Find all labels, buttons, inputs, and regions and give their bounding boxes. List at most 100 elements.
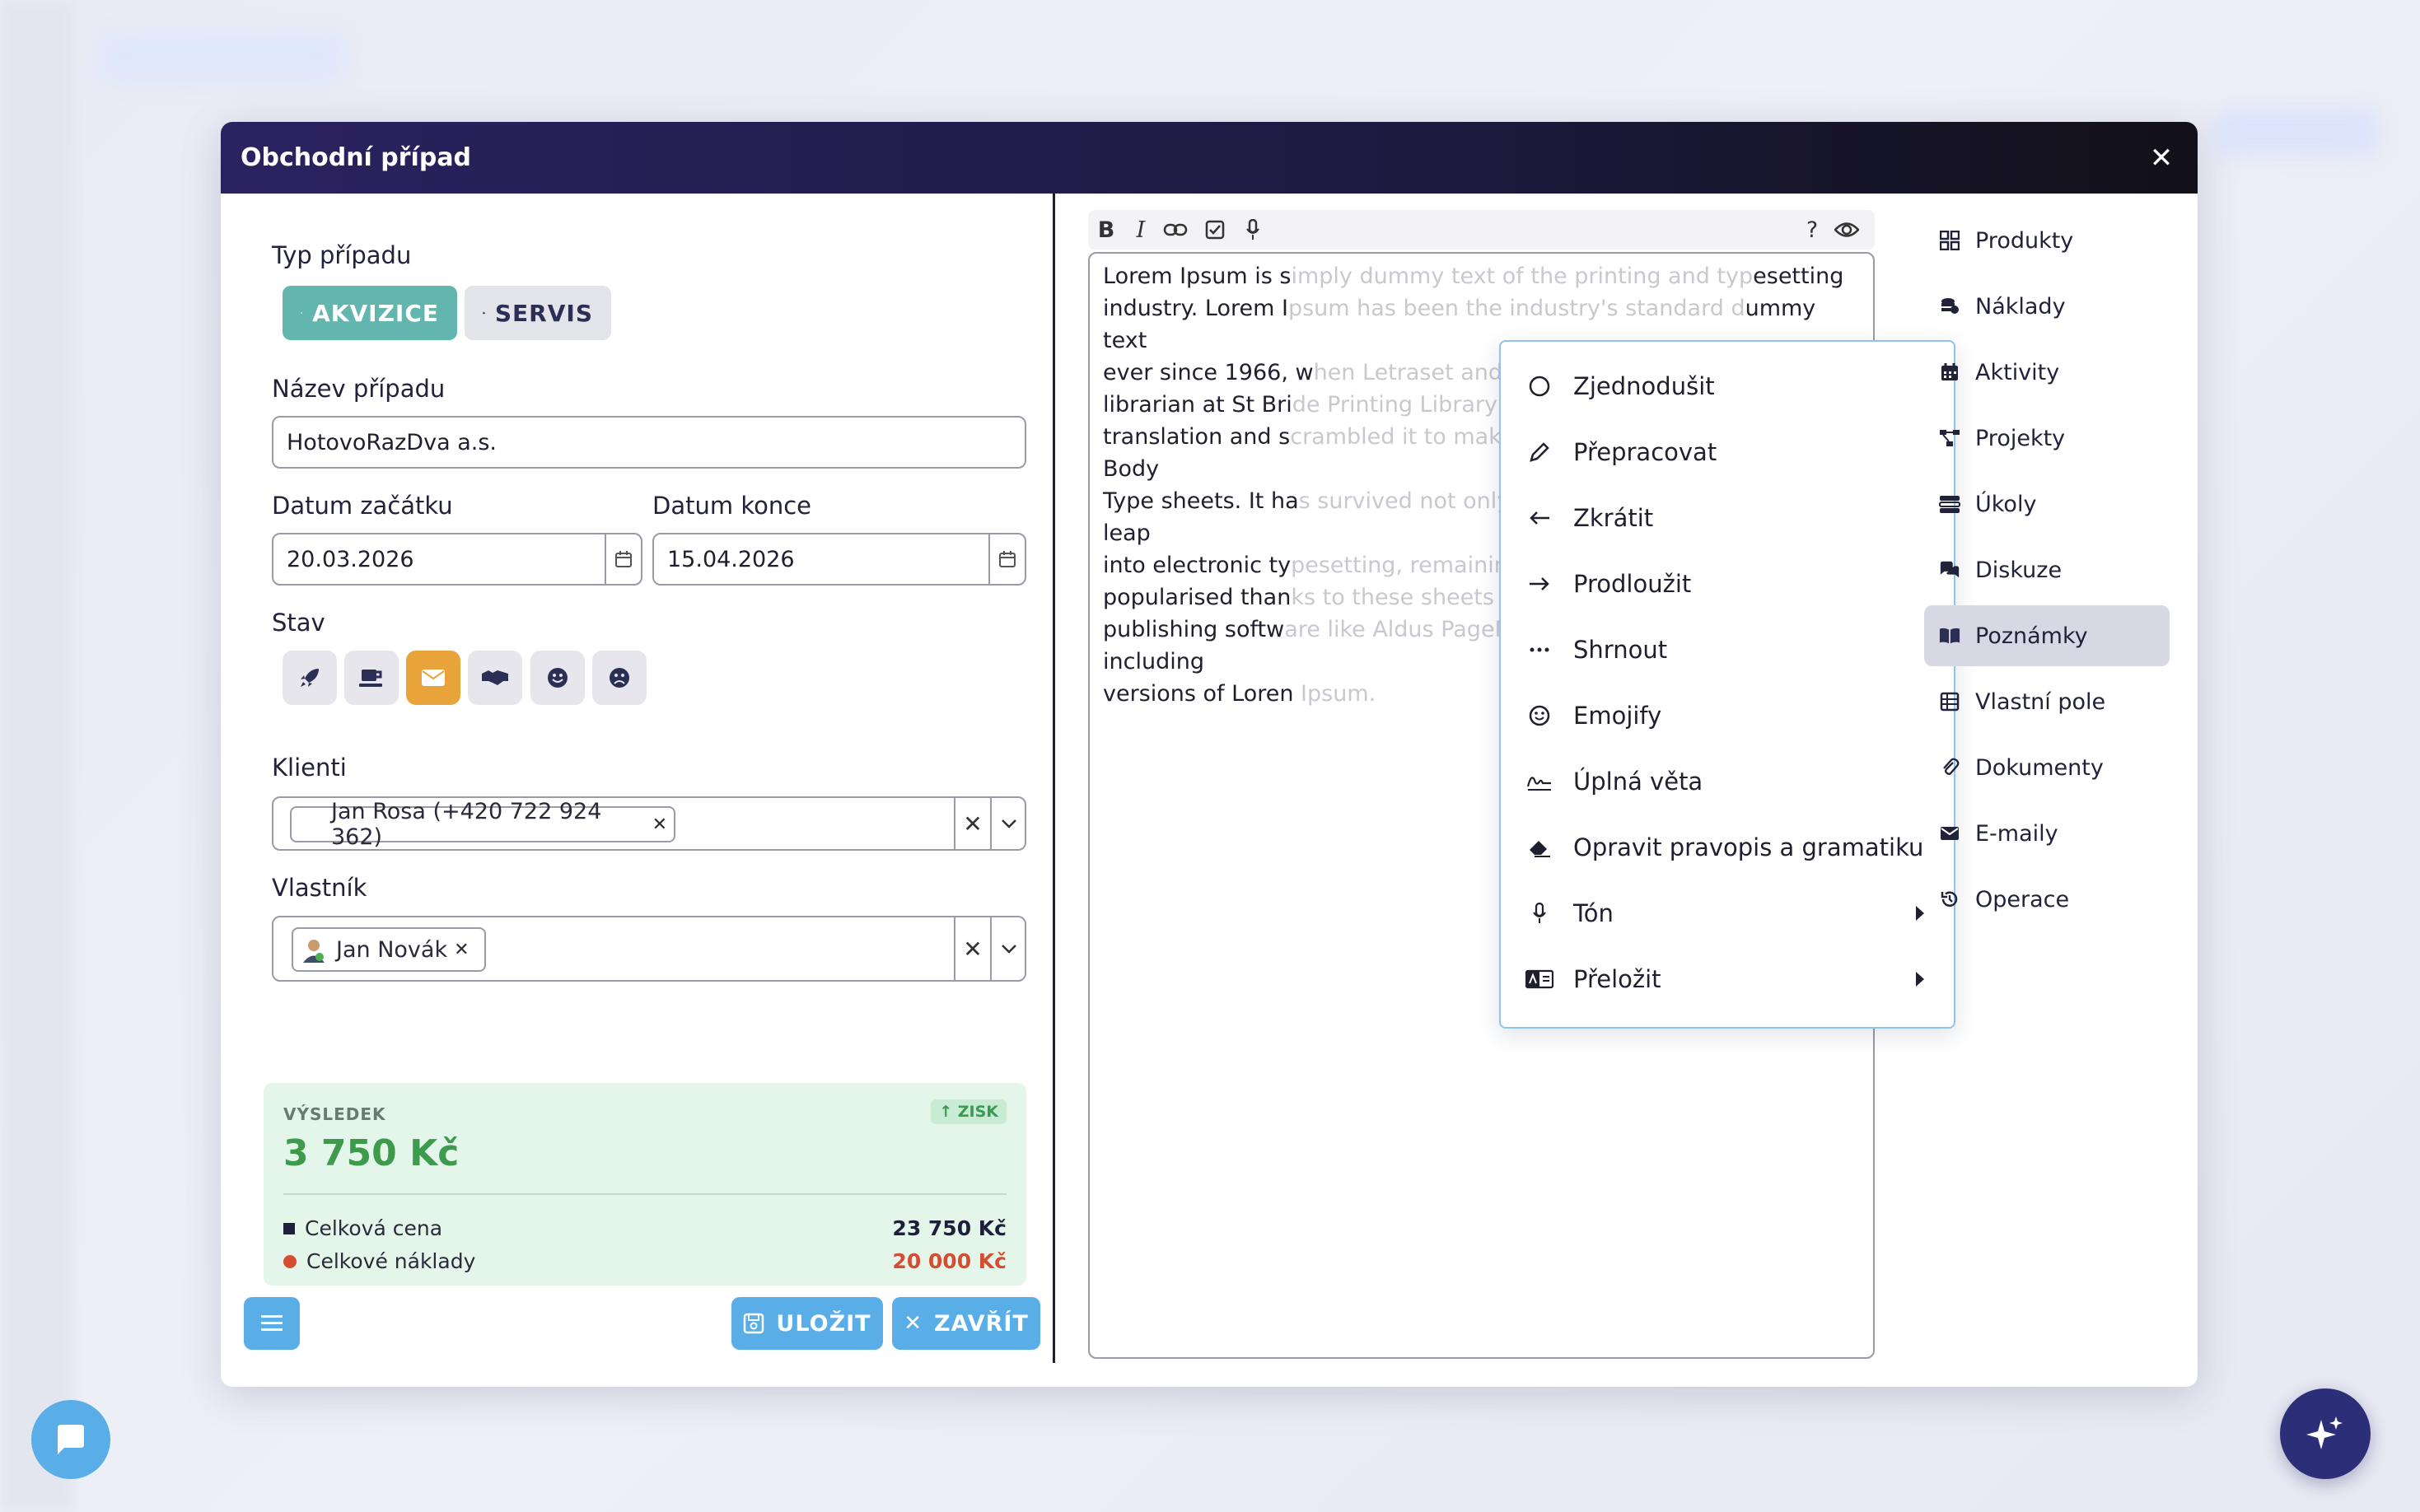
start-date-input[interactable]: 20.03.2026 (272, 533, 642, 586)
ai-menu-item[interactable]: Přeložit (1501, 950, 1954, 1009)
ai-menu-item[interactable]: Emojify (1501, 686, 1954, 745)
nav-item-7[interactable]: Poznámky (1924, 605, 2170, 666)
nav-item-label: Aktivity (1975, 359, 2060, 385)
nav-item-3[interactable]: Aktivity (1924, 342, 2170, 403)
remove-chip-icon[interactable]: ✕ (652, 814, 667, 835)
eraser-icon (1525, 833, 1553, 861)
clients-select[interactable]: Jan Rosa (+420 722 924 362) ✕ ✕ (272, 796, 1026, 851)
nav-item-4[interactable]: Projekty (1924, 408, 2170, 469)
ai-menu-item[interactable]: Opravit pravopis a gramatiku (1501, 818, 1954, 877)
status-label: Stav (272, 609, 325, 637)
owner-select[interactable]: Jan Novák ✕ ✕ (272, 916, 1026, 982)
ai-menu-item[interactable]: Přepracovat (1501, 422, 1954, 482)
envelope-icon (1939, 823, 1960, 844)
italic-icon[interactable]: I (1128, 217, 1154, 243)
client-chip: Jan Rosa (+420 722 924 362) ✕ (290, 799, 675, 850)
editor-text-segment: Ipsum. (1293, 681, 1376, 707)
envelope-icon (422, 670, 445, 686)
chat-button[interactable] (31, 1400, 110, 1479)
status-handshake-button[interactable] (468, 651, 522, 705)
nav-item-6[interactable]: Diskuze (1924, 539, 2170, 600)
editor-text-segment: Lorem Ipsum is s (1103, 264, 1292, 289)
calendar-icon[interactable] (988, 534, 1025, 584)
frown-icon (610, 668, 629, 688)
total-costs-label: Celkové náklady (306, 1249, 476, 1273)
paperclip-icon (1939, 757, 1960, 778)
clear-clients-icon[interactable]: ✕ (954, 798, 990, 849)
history-icon (1939, 889, 1960, 910)
menu-button[interactable] (244, 1297, 300, 1350)
editor-text-segment: translation and s (1103, 424, 1291, 450)
editor-text-segment: imply dummy text of the printing and typ (1291, 264, 1754, 289)
nav-item-label: Diskuze (1975, 557, 2063, 583)
close-button[interactable]: ✕ ZAVŘÍT (892, 1297, 1040, 1350)
close-icon[interactable]: ✕ (2145, 142, 2178, 175)
owner-chip-label: Jan Novák (336, 936, 448, 963)
ai-assistant-button[interactable] (2280, 1388, 2371, 1479)
bold-icon[interactable]: B (1093, 217, 1119, 243)
nav-item-8[interactable]: Vlastní pole (1924, 671, 2170, 732)
end-date-input[interactable]: 15.04.2026 (652, 533, 1026, 586)
coins-icon (1939, 296, 1960, 317)
status-smile-button[interactable] (530, 651, 585, 705)
arrow-left-icon (1525, 504, 1553, 532)
total-costs-amount: 20 000 Kč (892, 1249, 1007, 1273)
nav-item-10[interactable]: E-maily (1924, 803, 2170, 864)
status-coffee-button[interactable] (344, 651, 399, 705)
editor-text-segment: popularised than (1103, 585, 1292, 610)
nav-item-label: Poznámky (1975, 623, 2088, 649)
ai-menu-item[interactable]: Zjednodušit (1501, 357, 1954, 416)
ai-menu-item-label: Zkrátit (1573, 504, 1654, 532)
background-sidebar (0, 0, 74, 1512)
owner-chip: Jan Novák ✕ (292, 927, 486, 972)
type-akvizice-button[interactable]: AKVIZICE (283, 286, 457, 340)
help-icon[interactable]: ? (1799, 217, 1825, 243)
nav-item-label: Náklady (1975, 293, 2066, 320)
nav-item-label: E-maily (1975, 820, 2058, 847)
nav-item-2[interactable]: Náklady (1924, 276, 2170, 337)
nav-item-1[interactable]: Produkty (1924, 210, 2170, 271)
remove-chip-icon[interactable]: ✕ (454, 940, 469, 960)
link-icon[interactable] (1162, 217, 1189, 243)
nav-item-11[interactable]: Operace (1924, 869, 2170, 930)
microphone-icon[interactable] (1240, 217, 1266, 243)
ai-menu-item[interactable]: Shrnout (1501, 620, 1954, 679)
nav-item-5[interactable]: Úkoly (1924, 474, 2170, 534)
editor-text-segment: publishing softw (1103, 617, 1285, 642)
status-rocket-button[interactable] (283, 651, 337, 705)
chevron-down-icon[interactable] (990, 917, 1026, 980)
name-input[interactable]: HotovoRazDva a.s. (272, 416, 1026, 469)
ai-menu-item[interactable]: Zkrátit (1501, 488, 1954, 548)
coffee-icon (359, 670, 382, 687)
result-value: 3 750 Kč (283, 1132, 460, 1174)
briefcase-icon (483, 311, 485, 315)
ai-menu-item-label: Tón (1573, 899, 1614, 927)
chevron-down-icon[interactable] (990, 798, 1026, 849)
grid-icon (1939, 230, 1960, 251)
status-frown-button[interactable] (592, 651, 647, 705)
checkbox-icon[interactable] (1202, 217, 1228, 243)
calendar-icon[interactable] (605, 534, 641, 584)
type-servis-button[interactable]: SERVIS (465, 286, 611, 340)
status-envelope-button[interactable] (406, 651, 460, 705)
caret-right-icon (1916, 906, 1924, 921)
handshake-icon (301, 312, 303, 314)
pencil-icon (1525, 438, 1553, 466)
ai-menu-item[interactable]: Tón (1501, 884, 1954, 943)
eye-icon[interactable] (1834, 217, 1860, 243)
total-price-amount: 23 750 Kč (892, 1216, 1007, 1240)
clear-owner-icon[interactable]: ✕ (954, 917, 990, 980)
smile-icon (1525, 702, 1553, 730)
end-date-value: 15.04.2026 (667, 546, 795, 572)
nav-item-label: Projekty (1975, 425, 2066, 451)
ai-menu-item-label: Emojify (1573, 702, 1662, 730)
nav-item-label: Úkoly (1975, 491, 2037, 517)
ai-assistant-menu: Zjednodušit Přepracovat Zkrátit Prodloužit S… (1499, 340, 1955, 1029)
save-button[interactable]: ULOŽIT (731, 1297, 883, 1350)
name-value: HotovoRazDva a.s. (287, 429, 497, 455)
comments-icon (1939, 559, 1960, 581)
nav-item-9[interactable]: Dokumenty (1924, 737, 2170, 798)
ai-menu-item[interactable]: Prodloužit (1501, 554, 1954, 614)
profit-badge: ↑ ZISK (931, 1099, 1007, 1124)
ai-menu-item[interactable]: Úplná věta (1501, 752, 1954, 811)
